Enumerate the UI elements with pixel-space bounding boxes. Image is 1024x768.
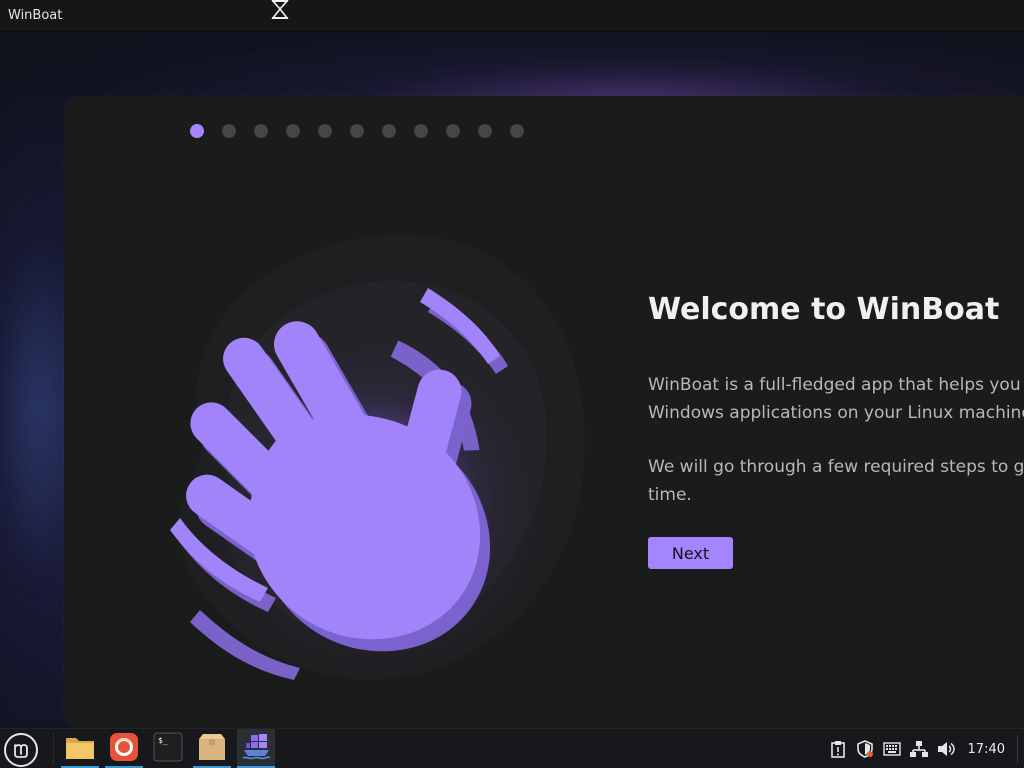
onboarding-content: Welcome to WinBoat WinBoat is a full-fle… <box>648 292 1024 569</box>
waving-hand-icon <box>140 218 600 684</box>
steps-line-1: We will go through a few required steps … <box>648 457 1024 477</box>
intro-line-2: Windows applications on your Linux machi… <box>648 403 1024 423</box>
step-dot-8 <box>414 124 428 138</box>
svg-text:$_: $_ <box>158 736 168 745</box>
shield-update-icon[interactable] <box>854 738 876 760</box>
keyboard-icon[interactable] <box>881 738 903 760</box>
step-dot-7 <box>382 124 396 138</box>
terminal-launcher[interactable]: $_ <box>149 729 187 768</box>
package-icon <box>197 733 227 766</box>
volume-icon[interactable] <box>935 738 957 760</box>
clock[interactable]: 17:40 <box>968 742 1005 757</box>
winboat-launcher[interactable] <box>237 729 275 768</box>
system-tray: 17:40 <box>827 729 1024 768</box>
step-dot-6 <box>350 124 364 138</box>
steps-paragraph: We will go through a few required steps … <box>648 453 1024 509</box>
step-dot-11 <box>510 124 524 138</box>
intro-line-1: WinBoat is a full-fledged app that helps… <box>648 375 1024 395</box>
step-dot-9 <box>446 124 460 138</box>
intro-paragraph: WinBoat is a full-fledged app that helps… <box>648 371 1024 427</box>
step-dot-5 <box>318 124 332 138</box>
taskbar-separator <box>53 733 54 765</box>
folder-icon <box>65 734 95 765</box>
welcome-heading: Welcome to WinBoat <box>648 292 1000 327</box>
busy-hourglass-icon <box>268 0 292 20</box>
step-dot-10 <box>478 124 492 138</box>
next-button[interactable]: Next <box>648 537 733 569</box>
winboat-icon <box>241 732 271 767</box>
step-dot-3 <box>254 124 268 138</box>
firefox-icon <box>109 732 139 767</box>
step-indicator <box>190 124 524 138</box>
step-dot-1 <box>190 124 204 138</box>
window-titlebar[interactable]: WinBoat <box>0 0 1024 32</box>
firefox-launcher[interactable] <box>105 729 143 768</box>
window-title: WinBoat <box>8 8 63 23</box>
clipboard-icon[interactable] <box>827 738 849 760</box>
archive-launcher[interactable] <box>193 729 231 768</box>
step-dot-2 <box>222 124 236 138</box>
linux-mint-logo-icon[interactable] <box>4 733 38 767</box>
network-icon[interactable] <box>908 738 930 760</box>
files-launcher[interactable] <box>61 729 99 768</box>
show-desktop-button[interactable] <box>1017 735 1024 763</box>
terminal-icon: $_ <box>153 732 183 767</box>
taskbar: $_ 17:40 <box>0 728 1024 768</box>
onboarding-card: Welcome to WinBoat WinBoat is a full-fle… <box>64 96 1024 728</box>
steps-line-2: time. <box>648 485 692 505</box>
step-dot-4 <box>286 124 300 138</box>
desktop: WinBoat Welcome to WinBoat WinBoat is a … <box>0 0 1024 768</box>
